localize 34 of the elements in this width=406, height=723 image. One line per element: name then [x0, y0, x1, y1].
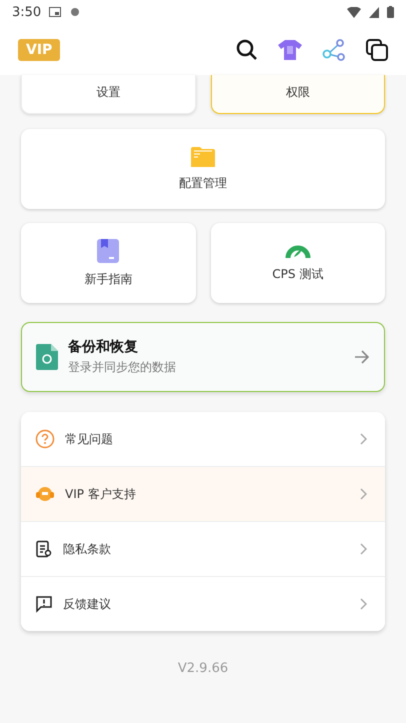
menu-item[interactable]: 反馈建议 — [21, 576, 385, 631]
document-icon — [35, 540, 53, 558]
book-icon — [97, 238, 120, 262]
copy-icon[interactable] — [366, 38, 388, 60]
menu-item[interactable]: VIP 客户支持 — [21, 466, 385, 521]
backup-title: 备份和恢复 — [68, 338, 139, 356]
settings-tile[interactable]: 设置 — [21, 75, 196, 114]
file-sync-icon — [36, 344, 58, 370]
picture-in-picture-icon — [49, 7, 62, 17]
feature-tile[interactable]: CPS 测试 — [210, 223, 385, 303]
settings-tile[interactable]: 权限 — [210, 75, 385, 114]
backup-card[interactable]: 备份和恢复 登录并同步您的数据 — [21, 322, 385, 392]
chevron-icon — [359, 598, 367, 610]
signal-icon — [369, 6, 379, 18]
chevron-icon — [359, 543, 367, 555]
config-card[interactable]: 配置管理 — [21, 129, 385, 209]
chevron-icon — [359, 433, 367, 445]
backup-subtitle: 登录并同步您的数据 — [68, 359, 176, 376]
status-time: 3:50 — [12, 4, 42, 20]
search-icon[interactable] — [236, 38, 258, 60]
version-label: V2.9.66 — [178, 661, 228, 676]
feature-tile[interactable]: 新手指南 — [21, 223, 196, 303]
question-icon — [35, 429, 55, 449]
menu-item[interactable]: 常见问题 — [21, 412, 385, 466]
folder-icon — [191, 146, 215, 166]
speedometer-icon — [284, 243, 311, 258]
wifi-icon — [347, 6, 361, 18]
share-icon[interactable] — [322, 38, 346, 60]
tshirt-icon[interactable] — [278, 40, 302, 60]
menu-item[interactable]: 隐私条款 — [21, 521, 385, 576]
battery-icon — [387, 6, 394, 18]
arrow-right-icon — [354, 350, 370, 364]
chevron-icon — [359, 488, 367, 500]
feedback-icon — [35, 595, 53, 613]
